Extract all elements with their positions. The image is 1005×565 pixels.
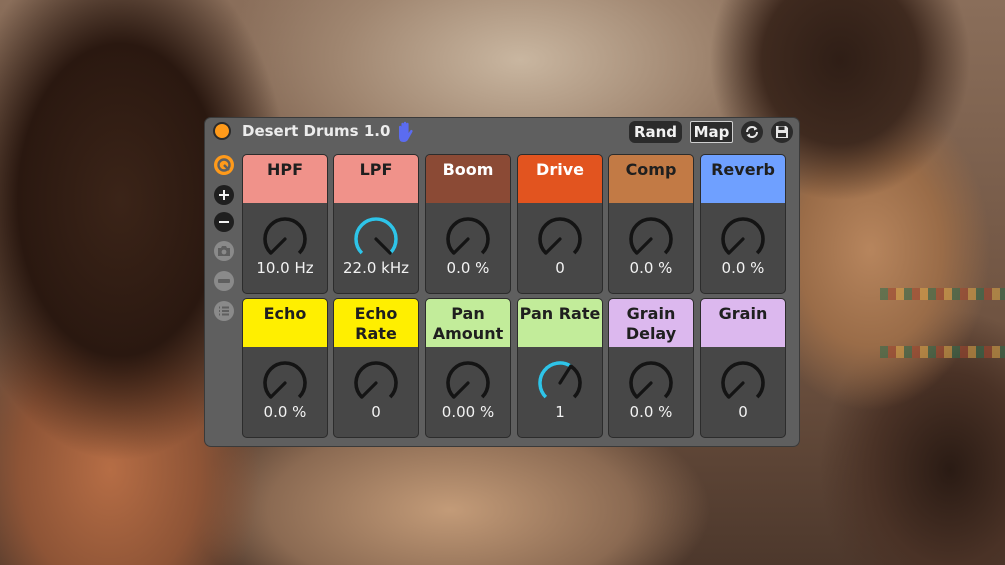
pad-label: Drive (518, 155, 602, 203)
macro-pad-echo-rate[interactable]: Echo Rate 0 (333, 298, 419, 438)
macro-pad-reverb[interactable]: Reverb 0.0 % (700, 154, 786, 294)
macro-knob[interactable] (626, 358, 676, 408)
minus-icon (219, 221, 229, 223)
knob-track (263, 217, 307, 255)
knob-track (721, 361, 765, 399)
knob-track (721, 217, 765, 255)
pad-value: 0.00 % (441, 403, 495, 421)
knob-track (446, 217, 490, 255)
knob-needle (452, 381, 470, 399)
knob-needle (558, 364, 573, 385)
macro-knob[interactable] (718, 358, 768, 408)
knob-needle (635, 381, 653, 399)
knob-value-arc (354, 217, 398, 255)
background-stripe (880, 288, 1005, 300)
macro-knob[interactable] (351, 214, 401, 264)
sync-icon (746, 126, 758, 138)
device-power-button[interactable] (213, 122, 231, 140)
pad-value: 0.0 % (629, 259, 673, 277)
knob-needle (452, 237, 470, 255)
macro-knob[interactable] (535, 214, 585, 264)
macro-knob[interactable] (351, 358, 401, 408)
knob-track (629, 217, 673, 255)
knob-needle (269, 237, 287, 255)
pad-value: 0 (738, 403, 748, 421)
hand-icon (399, 121, 413, 142)
save-button[interactable] (771, 121, 793, 143)
pad-value: 0 (555, 259, 565, 277)
pad-label: Grain Delay (609, 299, 693, 347)
pad-label: LPF (334, 155, 418, 203)
knob-needle (727, 381, 745, 399)
remove-button[interactable] (214, 212, 234, 232)
collapse-icon (218, 279, 230, 283)
macro-knob[interactable] (443, 214, 493, 264)
macro-knob[interactable] (260, 358, 310, 408)
plus-icon (219, 190, 229, 200)
macro-pad-grain-delay[interactable]: Grain Delay 0.0 % (608, 298, 694, 438)
knob-track (263, 361, 307, 399)
knob-track (446, 361, 490, 399)
pad-value: 0.0 % (446, 259, 490, 277)
map-button[interactable]: Map (690, 121, 733, 143)
knob-track (538, 217, 582, 255)
knob-track (354, 361, 398, 399)
pad-value: 1 (555, 403, 565, 421)
knob-value-arc (538, 361, 572, 399)
pad-label: HPF (243, 155, 327, 203)
device-title: Desert Drums 1.0 (242, 122, 391, 140)
pad-value: 0.0 % (263, 403, 307, 421)
macro-knob[interactable] (535, 358, 585, 408)
macro-pad-pan-rate[interactable]: Pan Rate 1 (517, 298, 603, 438)
collapse-button[interactable] (214, 271, 234, 291)
knob-needle (635, 237, 653, 255)
list-button[interactable] (214, 301, 234, 321)
macro-knob[interactable] (718, 214, 768, 264)
pad-label: Echo (243, 299, 327, 347)
macro-pad-hpf[interactable]: HPF 10.0 Hz (242, 154, 328, 294)
macro-pad-boom[interactable]: Boom 0.0 % (425, 154, 511, 294)
pad-label: Grain (701, 299, 785, 347)
pad-label: Comp (609, 155, 693, 203)
camera-icon (218, 246, 230, 256)
knob-needle (269, 381, 287, 399)
hot-swap-button[interactable] (214, 155, 234, 175)
background-stripe (880, 346, 1005, 358)
pad-value: 22.0 kHz (342, 259, 409, 277)
macro-pad-echo[interactable]: Echo 0.0 % (242, 298, 328, 438)
macro-pad-pan-amount[interactable]: Pan Amount 0.00 % (425, 298, 511, 438)
rand-button[interactable]: Rand (629, 121, 682, 143)
knob-needle (360, 381, 378, 399)
pad-value: 10.0 Hz (256, 259, 314, 277)
hot-swap-icon (217, 158, 231, 172)
sync-button[interactable] (741, 121, 763, 143)
pad-label: Pan Amount (426, 299, 510, 347)
pad-value: 0.0 % (721, 259, 765, 277)
macro-pad-drive[interactable]: Drive 0 (517, 154, 603, 294)
list-icon (219, 306, 229, 316)
pad-value: 0.0 % (629, 403, 673, 421)
macro-knob[interactable] (443, 358, 493, 408)
device-panel: Desert Drums 1.0 Rand Map HPF 10.0 Hz LP… (205, 118, 799, 446)
device-titlebar: Desert Drums 1.0 Rand Map (205, 118, 799, 146)
knob-needle (374, 237, 392, 255)
pad-label: Pan Rate (518, 299, 602, 347)
pad-value: 0 (371, 403, 381, 421)
add-button[interactable] (214, 185, 234, 205)
macro-knob[interactable] (626, 214, 676, 264)
macro-pad-comp[interactable]: Comp 0.0 % (608, 154, 694, 294)
knob-needle (727, 237, 745, 255)
macro-pad-lpf[interactable]: LPF 22.0 kHz (333, 154, 419, 294)
macro-pad-grain[interactable]: Grain 0 (700, 298, 786, 438)
pad-label: Echo Rate (334, 299, 418, 347)
macro-knob[interactable] (260, 214, 310, 264)
knob-track (629, 361, 673, 399)
pad-label: Boom (426, 155, 510, 203)
pad-label: Reverb (701, 155, 785, 203)
snapshot-button[interactable] (214, 241, 234, 261)
save-icon (776, 126, 788, 138)
knob-needle (544, 237, 562, 255)
